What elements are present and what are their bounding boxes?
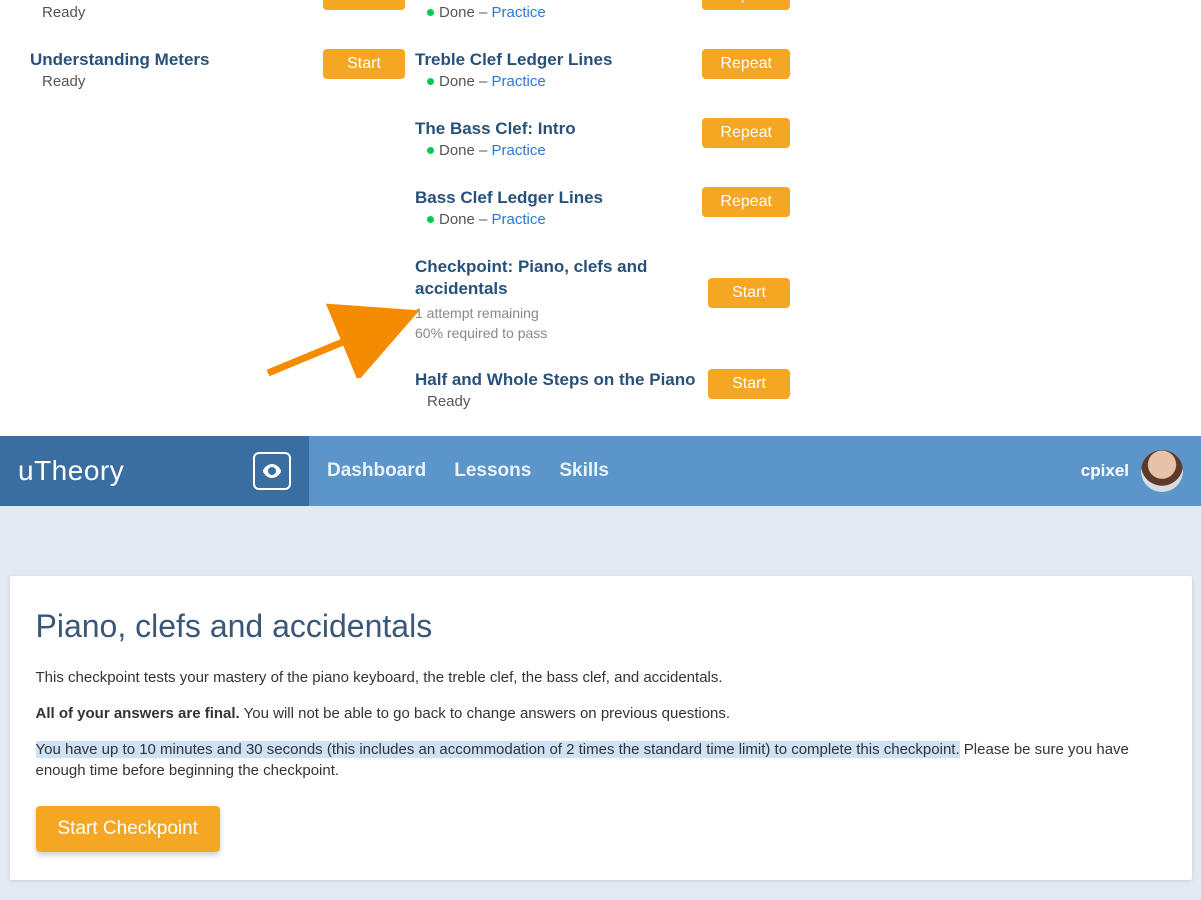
checkpoint-final-warning: All of your answers are final. You will … (36, 703, 1166, 725)
lesson-item: Double Accidentals Done – Practice Repea… (415, 0, 790, 21)
start-checkpoint-button[interactable]: Start Checkpoint (36, 806, 220, 852)
repeat-button[interactable]: Repeat (702, 0, 790, 10)
lesson-status: Ready (30, 73, 313, 90)
username[interactable]: cpixel (1081, 461, 1129, 481)
done-dot-icon (427, 216, 434, 223)
lesson-item: Treble Clef Ledger Lines Done – Practice… (415, 49, 790, 90)
lesson-item: Bass Clef Ledger Lines Done – Practice R… (415, 187, 790, 228)
checkpoint-item: Checkpoint: Piano, clefs and accidentals… (415, 256, 790, 340)
lesson-status: Done – Practice (415, 4, 692, 21)
practice-link[interactable]: Practice (492, 211, 546, 228)
lesson-title: Understanding Meters (30, 49, 313, 71)
navbar: uTheory Dashboard Lessons Skills cpixel (0, 436, 1201, 506)
lesson-status: Done – Practice (415, 73, 692, 90)
repeat-button[interactable]: Repeat (702, 187, 790, 217)
lesson-status: Ready (415, 393, 698, 410)
eye-icon (260, 459, 284, 483)
repeat-button[interactable]: Repeat (702, 118, 790, 148)
checkpoint-title: Piano, clefs and accidentals (36, 608, 1166, 645)
start-button[interactable]: Start (323, 49, 405, 79)
lesson-title: The Bass Clef: Intro (415, 118, 692, 140)
nav-dashboard[interactable]: Dashboard (327, 460, 426, 482)
practice-link[interactable]: Practice (492, 4, 546, 21)
checkpoint-attempts: 1 attempt remaining (415, 305, 698, 321)
lesson-title: Treble Clef Ledger Lines (415, 49, 692, 71)
nav-lessons[interactable]: Lessons (454, 460, 531, 482)
lesson-status: Ready (30, 4, 313, 21)
lesson-title: Compound Meters (30, 0, 313, 2)
checkpoint-pass-req: 60% required to pass (415, 325, 698, 341)
lesson-title: Double Accidentals (415, 0, 692, 2)
lesson-item: Understanding Meters Ready Start (30, 49, 405, 90)
done-dot-icon (427, 147, 434, 154)
done-dot-icon (427, 9, 434, 16)
nav-skills[interactable]: Skills (559, 460, 609, 482)
start-button[interactable]: Start (323, 0, 405, 10)
preview-eye-button[interactable] (253, 452, 291, 490)
practice-link[interactable]: Practice (492, 142, 546, 159)
checkpoint-panel: Piano, clefs and accidentals This checkp… (10, 576, 1192, 880)
logo[interactable]: uTheory (18, 455, 124, 487)
lesson-title: Checkpoint: Piano, clefs and accidentals (415, 256, 698, 300)
lesson-item: Half and Whole Steps on the Piano Ready … (415, 369, 790, 410)
checkpoint-desc: This checkpoint tests your mastery of th… (36, 667, 1166, 689)
lesson-title: Half and Whole Steps on the Piano (415, 369, 698, 391)
checkpoint-time-info: You have up to 10 minutes and 30 seconds… (36, 739, 1166, 783)
start-button[interactable]: Start (708, 278, 790, 308)
practice-link[interactable]: Practice (492, 73, 546, 90)
lesson-status: Done – Practice (415, 211, 692, 228)
lesson-item: The Bass Clef: Intro Done – Practice Rep… (415, 118, 790, 159)
lesson-item: Compound Meters Ready Start (30, 0, 405, 21)
done-dot-icon (427, 78, 434, 85)
repeat-button[interactable]: Repeat (702, 49, 790, 79)
lesson-status: Done – Practice (415, 142, 692, 159)
avatar[interactable] (1141, 450, 1183, 492)
lesson-title: Bass Clef Ledger Lines (415, 187, 692, 209)
start-button[interactable]: Start (708, 369, 790, 399)
